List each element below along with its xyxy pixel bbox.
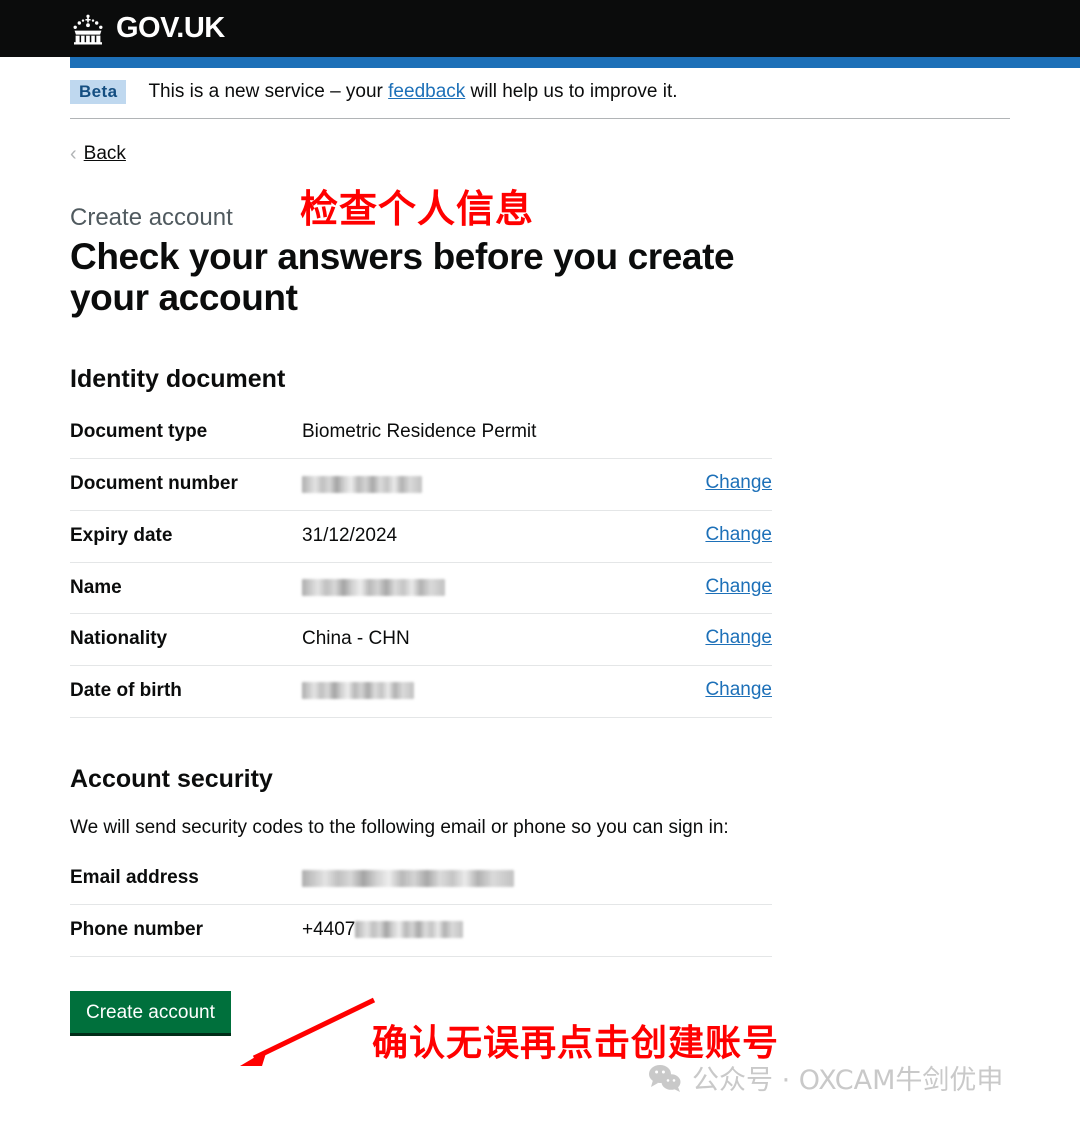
summary-row-key: Email address (70, 867, 199, 889)
security-summary-list: Email address Phone number +4407 (70, 866, 772, 957)
wechat-icon (648, 1063, 682, 1093)
redacted-value (302, 579, 445, 596)
summary-row-value: 31/12/2024 (302, 524, 705, 549)
redacted-value (302, 869, 514, 887)
redacted-value (302, 475, 422, 493)
section-heading-identity-document: Identity document (70, 365, 286, 394)
phase-text-after: will help us to improve it. (465, 81, 678, 102)
create-account-button[interactable]: Create account (70, 990, 231, 1036)
redacted-value (355, 921, 464, 939)
summary-row: Document type Biometric Residence Permit (70, 420, 772, 460)
summary-row-value-text: 31/12/2024 (302, 524, 398, 546)
account-security-intro: We will send security codes to the follo… (70, 816, 729, 838)
section-heading-account-security: Account security (70, 764, 273, 793)
crown-icon (70, 13, 106, 45)
watermark-text: 公众号 · OXCAM牛剑优申 (692, 1065, 1004, 1096)
submit-row: Create account (70, 990, 1010, 1036)
summary-row-key: Date of birth (70, 679, 182, 701)
summary-row-key: Document number (70, 473, 238, 495)
summary-row: Expiry date 31/12/2024 Change (70, 511, 772, 563)
change-link[interactable]: Change (705, 576, 772, 597)
summary-row-action[interactable]: Change (705, 576, 772, 598)
page-title: Check your answers before you create you… (70, 236, 735, 318)
summary-row-value: China - CHN (302, 627, 705, 652)
summary-row-action[interactable]: Change (705, 679, 772, 701)
chevron-left-icon: ‹ (70, 142, 77, 165)
summary-row-key: Document type (70, 421, 208, 443)
blue-accent-bar (70, 57, 1080, 68)
change-link[interactable]: Change (705, 524, 772, 545)
summary-row: Phone number +4407 (70, 905, 772, 957)
summary-row-action[interactable]: Change (705, 524, 772, 546)
summary-row-key: Name (70, 576, 122, 598)
feedback-link[interactable]: feedback (388, 81, 465, 102)
wechat-watermark: 公众号 · OXCAM牛剑优申 (648, 1058, 1003, 1097)
summary-row-value (302, 866, 772, 891)
page-container: Beta This is a new service – your feedba… (0, 68, 1080, 1036)
summary-row: Document number Change (70, 459, 772, 511)
phase-banner: Beta This is a new service – your feedba… (70, 68, 1010, 119)
summary-row-value: Biometric Residence Permit (302, 420, 772, 445)
summary-row-value-text: Biometric Residence Permit (302, 421, 537, 443)
identity-summary-list: Document type Biometric Residence Permit D… (70, 420, 772, 718)
govuk-brand-link[interactable]: GOV.UK (70, 13, 225, 45)
phase-text-before: This is a new service – your (148, 81, 389, 102)
back-link[interactable]: ‹ Back (70, 143, 126, 165)
summary-row-value: +4407 (302, 918, 772, 943)
summary-row: Email address (70, 866, 772, 905)
summary-row-key: Nationality (70, 628, 168, 650)
summary-row-action[interactable]: Change (705, 472, 772, 494)
change-link[interactable]: Change (705, 472, 772, 493)
summary-row-value (302, 472, 705, 497)
change-link[interactable]: Change (705, 627, 772, 648)
summary-row: Date of birth Change (70, 666, 772, 718)
summary-row-action[interactable]: Change (705, 627, 772, 649)
beta-tag: Beta (70, 80, 127, 104)
summary-row-key: Phone number (70, 918, 204, 940)
summary-row-value (302, 576, 705, 601)
govuk-header: GOV.UK (0, 0, 1080, 57)
phase-banner-text: This is a new service – your feedback wi… (148, 80, 677, 105)
change-link[interactable]: Change (705, 679, 772, 700)
back-link-label: Back (83, 142, 126, 164)
summary-row-value-text: China - CHN (302, 628, 410, 650)
summary-row-value-text: +4407 (302, 918, 356, 940)
page-caption: Create account (70, 203, 233, 231)
govuk-brand-text: GOV.UK (116, 12, 225, 44)
redacted-value (302, 682, 414, 700)
summary-row-value (302, 679, 705, 704)
summary-row: Nationality China - CHN Change (70, 614, 772, 666)
summary-row: Name Change (70, 563, 772, 615)
summary-row-key: Expiry date (70, 524, 173, 546)
